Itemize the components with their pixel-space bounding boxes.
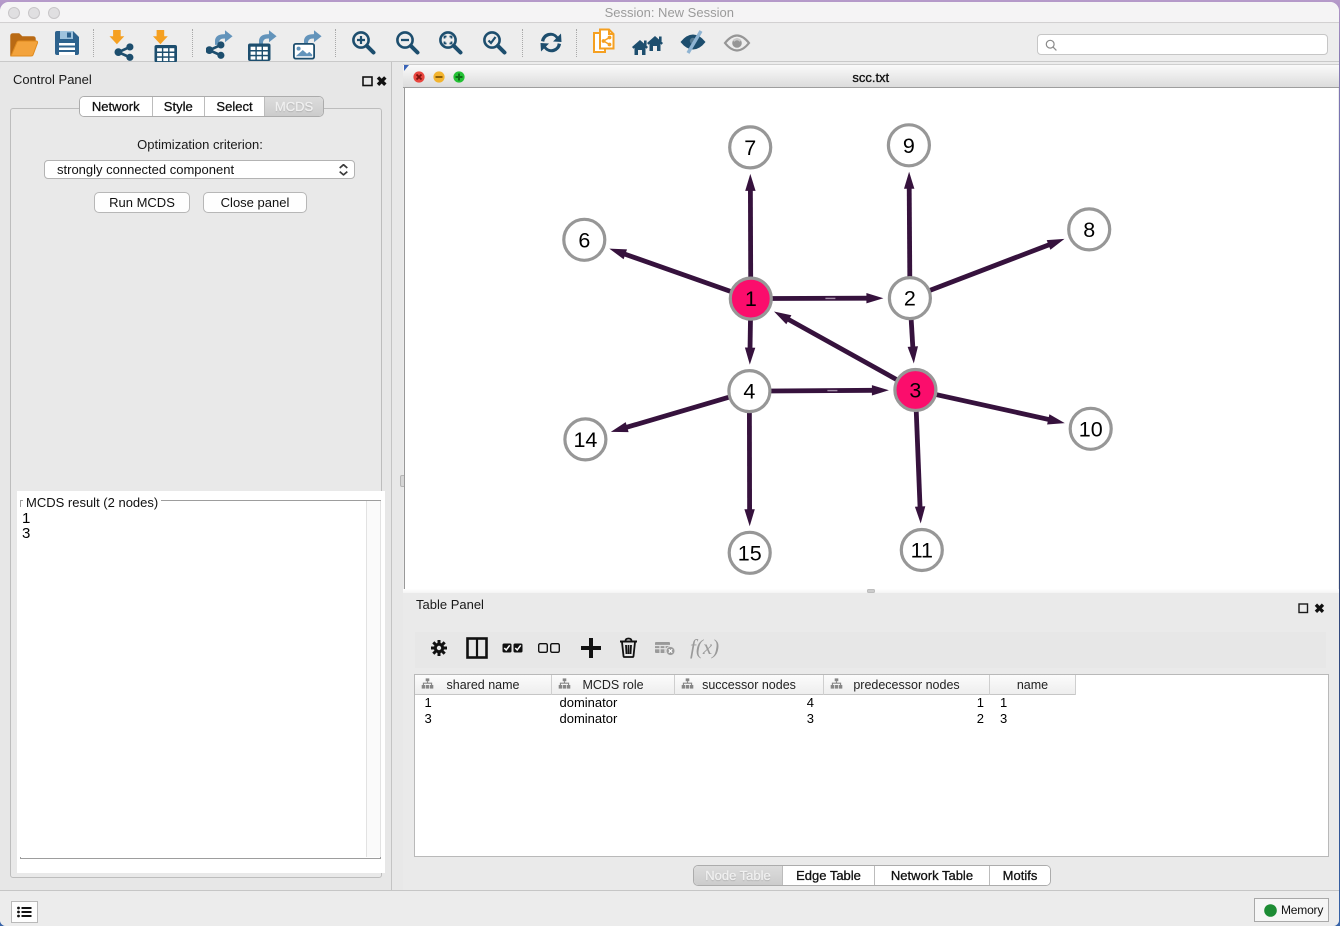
svg-text:7: 7 xyxy=(744,136,756,160)
svg-text:1: 1 xyxy=(745,287,757,311)
svg-text:9: 9 xyxy=(903,133,915,157)
svg-text:2: 2 xyxy=(904,286,916,310)
svg-text:8: 8 xyxy=(1083,218,1095,242)
svg-text:4: 4 xyxy=(743,379,755,403)
svg-text:15: 15 xyxy=(738,541,762,565)
svg-text:10: 10 xyxy=(1079,417,1103,441)
svg-text:14: 14 xyxy=(573,428,597,452)
svg-text:6: 6 xyxy=(578,228,590,252)
svg-text:f(x): f(x) xyxy=(690,637,719,659)
svg-text:3: 3 xyxy=(909,378,921,402)
svg-text:11: 11 xyxy=(911,538,933,562)
